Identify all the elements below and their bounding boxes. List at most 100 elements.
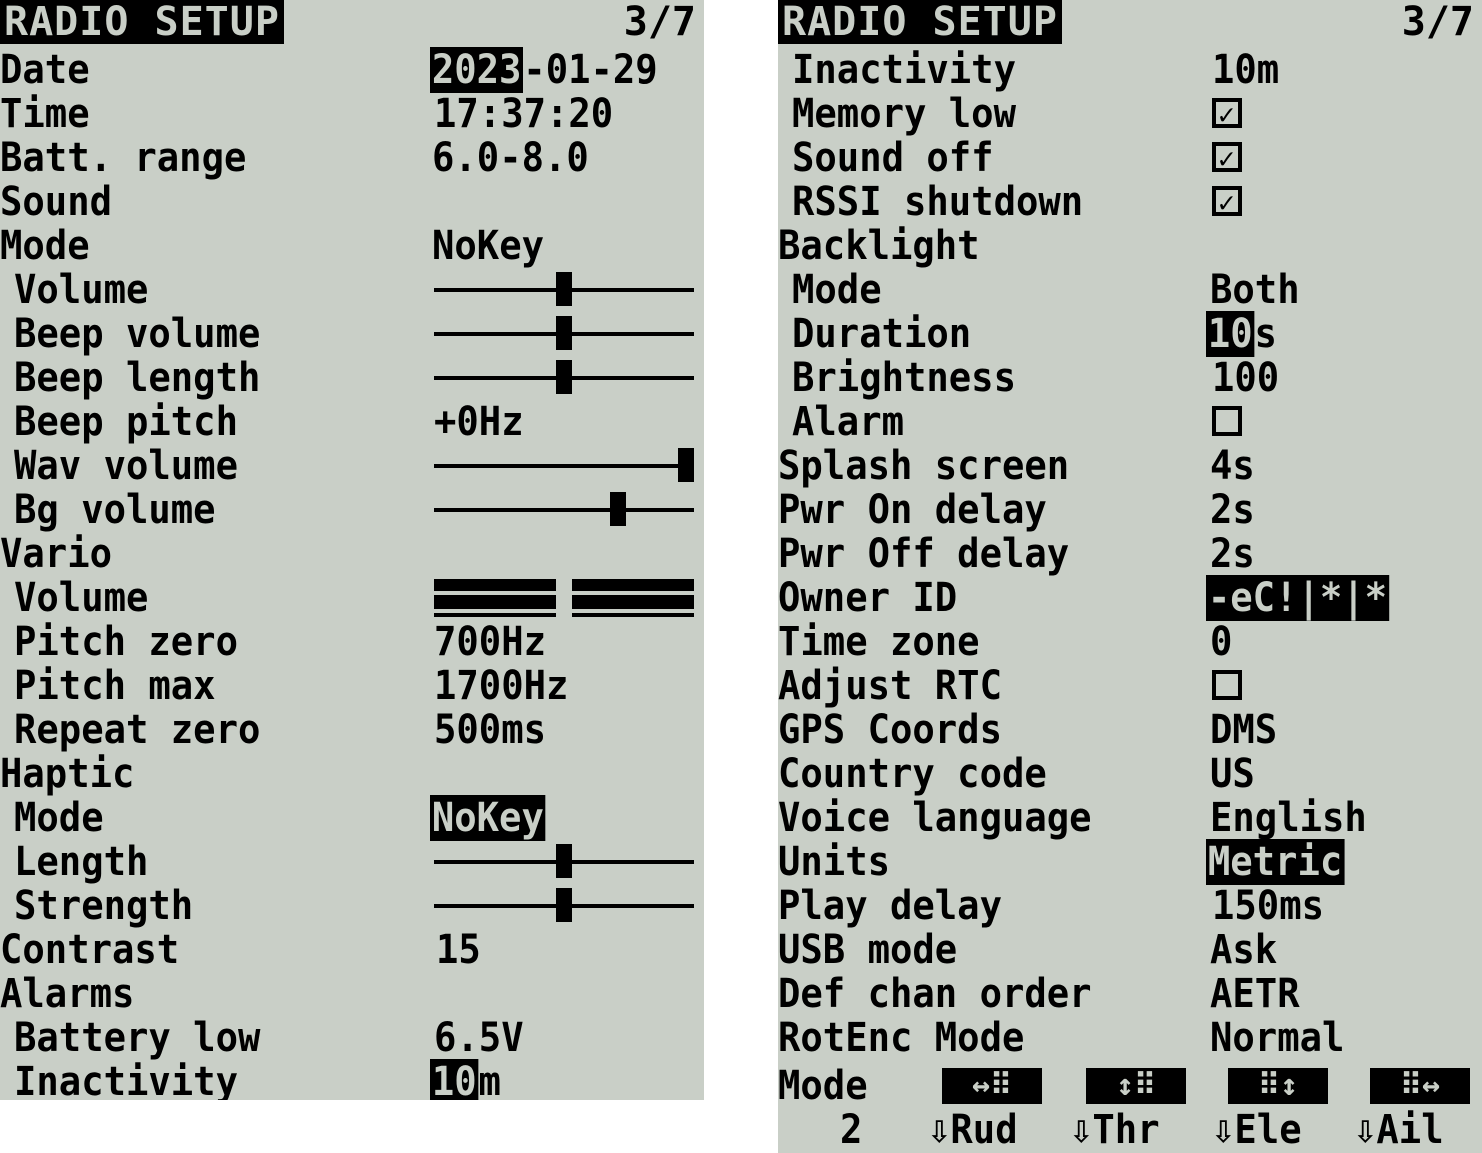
owner-id-row[interactable]: Owner ID -eC!|*|* xyxy=(778,575,1482,621)
beep-pitch-row[interactable]: Beep pitch +0Hz xyxy=(0,400,704,444)
backlight-section: Backlight xyxy=(778,224,1482,268)
rssi-shutdown-row[interactable]: RSSI shutdown ✓ xyxy=(778,180,1482,224)
backlight-alarm-row[interactable]: Alarm xyxy=(778,400,1482,444)
backlight-mode-value[interactable]: Both xyxy=(1210,268,1300,312)
repeat-zero-row[interactable]: Repeat zero 500ms xyxy=(0,708,704,752)
backlight-duration-highlight[interactable]: 10 xyxy=(1206,311,1255,357)
def-chan-order-value[interactable]: AETR xyxy=(1210,972,1300,1016)
repeat-zero-label: Repeat zero xyxy=(14,707,261,753)
rssi-shutdown-checkbox[interactable]: ✓ xyxy=(1212,186,1242,217)
inactivity-unit: m xyxy=(478,1059,501,1100)
contrast-row[interactable]: Contrast 15 xyxy=(0,928,704,972)
date-year-field[interactable]: 2023 xyxy=(430,47,524,93)
batt-range-row[interactable]: Batt. range 6.0-8.0 xyxy=(0,136,704,180)
bg-volume-slider[interactable] xyxy=(434,488,694,532)
volume-slider[interactable] xyxy=(434,268,694,312)
splash-screen-row[interactable]: Splash screen 4s xyxy=(778,444,1482,488)
units-row[interactable]: Units Metric xyxy=(778,839,1482,885)
volume-label: Volume xyxy=(14,267,149,313)
radio-setup-screen-left: RADIO SETUP 3/7 Date 2023-01-29 Time 17:… xyxy=(0,0,704,1100)
beep-volume-slider[interactable] xyxy=(434,312,694,356)
splash-screen-value[interactable]: 4s xyxy=(1210,444,1255,488)
inactivity-value-highlight[interactable]: 10 xyxy=(430,1059,479,1100)
brightness-label: Brightness xyxy=(792,355,1016,401)
date-row[interactable]: Date 2023-01-29 xyxy=(0,47,704,93)
vario-volume-row[interactable]: Volume xyxy=(0,576,704,620)
haptic-mode-value[interactable]: NoKey xyxy=(430,795,546,841)
inactivity-row[interactable]: Inactivity 10m xyxy=(778,48,1482,92)
adjust-rtc-row[interactable]: Adjust RTC xyxy=(778,664,1482,708)
pitch-zero-label: Pitch zero xyxy=(14,619,238,665)
play-delay-value[interactable]: 150ms xyxy=(1212,884,1324,928)
adjust-rtc-checkbox[interactable] xyxy=(1212,670,1242,700)
batt-range-value[interactable]: 6.0-8.0 xyxy=(432,136,589,180)
owner-id-field[interactable]: -eC!|*|* xyxy=(1206,575,1389,621)
beep-length-slider[interactable] xyxy=(434,356,694,400)
stick-mode-number[interactable]: 2 xyxy=(840,1108,862,1152)
haptic-length-row[interactable]: Length xyxy=(0,840,704,884)
bg-volume-row[interactable]: Bg volume xyxy=(0,488,704,532)
pwr-off-delay-value[interactable]: 2s xyxy=(1210,532,1255,576)
sound-off-checkbox[interactable]: ✓ xyxy=(1212,142,1242,173)
usb-mode-row[interactable]: USB mode Ask xyxy=(778,928,1482,972)
vario-volume-label: Volume xyxy=(14,575,149,621)
sound-mode-value[interactable]: NoKey xyxy=(432,224,544,268)
contrast-value[interactable]: 15 xyxy=(436,928,481,972)
wav-volume-row[interactable]: Wav volume xyxy=(0,444,704,488)
memory-low-checkbox[interactable]: ✓ xyxy=(1212,98,1242,129)
haptic-strength-slider[interactable] xyxy=(434,884,694,928)
def-chan-order-row[interactable]: Def chan order AETR xyxy=(778,972,1482,1016)
sound-off-row[interactable]: Sound off ✓ xyxy=(778,136,1482,180)
haptic-strength-row[interactable]: Strength xyxy=(0,884,704,928)
haptic-mode-row[interactable]: Mode NoKey xyxy=(0,795,704,841)
pitch-zero-value[interactable]: 700Hz xyxy=(434,620,546,664)
memory-low-row[interactable]: Memory low ✓ xyxy=(778,92,1482,136)
brightness-row[interactable]: Brightness 100 xyxy=(778,356,1482,400)
country-code-row[interactable]: Country code US xyxy=(778,752,1482,796)
play-delay-row[interactable]: Play delay 150ms xyxy=(778,884,1482,928)
sound-mode-row[interactable]: Mode NoKey xyxy=(0,224,704,268)
beep-volume-row[interactable]: Beep volume xyxy=(0,312,704,356)
volume-row[interactable]: Volume xyxy=(0,268,704,312)
vario-volume-bar-right[interactable] xyxy=(572,579,694,617)
beep-length-row[interactable]: Beep length xyxy=(0,356,704,400)
rotenc-mode-row[interactable]: RotEnc Mode Normal xyxy=(778,1016,1482,1060)
country-code-value[interactable]: US xyxy=(1210,752,1255,796)
backlight-alarm-checkbox[interactable] xyxy=(1212,406,1242,436)
stick-mode-row[interactable]: Mode ↔⠿ ↕⠿ ⠿↕ ⠿↔ xyxy=(778,1064,1482,1108)
backlight-mode-row[interactable]: Mode Both xyxy=(778,268,1482,312)
voice-language-row[interactable]: Voice language English xyxy=(778,796,1482,840)
brightness-value[interactable]: 100 xyxy=(1212,356,1279,400)
time-value[interactable]: 17:37:20 xyxy=(434,92,613,136)
pwr-on-delay-row[interactable]: Pwr On delay 2s xyxy=(778,488,1482,532)
date-rest[interactable]: -01-29 xyxy=(523,47,657,93)
gps-coords-value[interactable]: DMS xyxy=(1210,708,1277,752)
time-zone-value[interactable]: 0 xyxy=(1210,620,1232,664)
inactivity-row[interactable]: Inactivity 10m xyxy=(0,1059,704,1100)
time-zone-row[interactable]: Time zone 0 xyxy=(778,620,1482,664)
backlight-duration-row[interactable]: Duration 10s xyxy=(778,311,1482,357)
pitch-zero-row[interactable]: Pitch zero 700Hz xyxy=(0,620,704,664)
inactivity-value[interactable]: 10m xyxy=(1212,48,1279,92)
beep-pitch-value[interactable]: +0Hz xyxy=(434,400,524,444)
wav-volume-slider[interactable] xyxy=(434,444,694,488)
haptic-length-slider[interactable] xyxy=(434,840,694,884)
radio-setup-screen-right: RADIO SETUP 3/7 Inactivity 10m Memory lo… xyxy=(778,0,1482,1153)
gps-coords-row[interactable]: GPS Coords DMS xyxy=(778,708,1482,752)
pitch-max-row[interactable]: Pitch max 1700Hz xyxy=(0,664,704,708)
pwr-off-delay-row[interactable]: Pwr Off delay 2s xyxy=(778,532,1482,576)
time-label: Time xyxy=(0,91,90,137)
stick-mode-icon-aileron: ⠿↔ xyxy=(1370,1068,1470,1104)
stick-mode-channels-row[interactable]: 2 ⇩Rud ⇩Thr ⇩Ele ⇩Ail xyxy=(778,1108,1482,1152)
repeat-zero-value[interactable]: 500ms xyxy=(434,708,546,752)
pitch-max-value[interactable]: 1700Hz xyxy=(434,664,568,708)
battery-low-row[interactable]: Battery low 6.5V xyxy=(0,1016,704,1060)
rotenc-mode-value[interactable]: Normal xyxy=(1210,1016,1344,1060)
time-row[interactable]: Time 17:37:20 xyxy=(0,92,704,136)
battery-low-value[interactable]: 6.5V xyxy=(434,1016,524,1060)
pwr-on-delay-value[interactable]: 2s xyxy=(1210,488,1255,532)
vario-volume-bar-left[interactable] xyxy=(434,579,556,617)
usb-mode-value[interactable]: Ask xyxy=(1210,928,1277,972)
voice-language-value[interactable]: English xyxy=(1210,796,1367,840)
units-value[interactable]: Metric xyxy=(1206,839,1345,885)
